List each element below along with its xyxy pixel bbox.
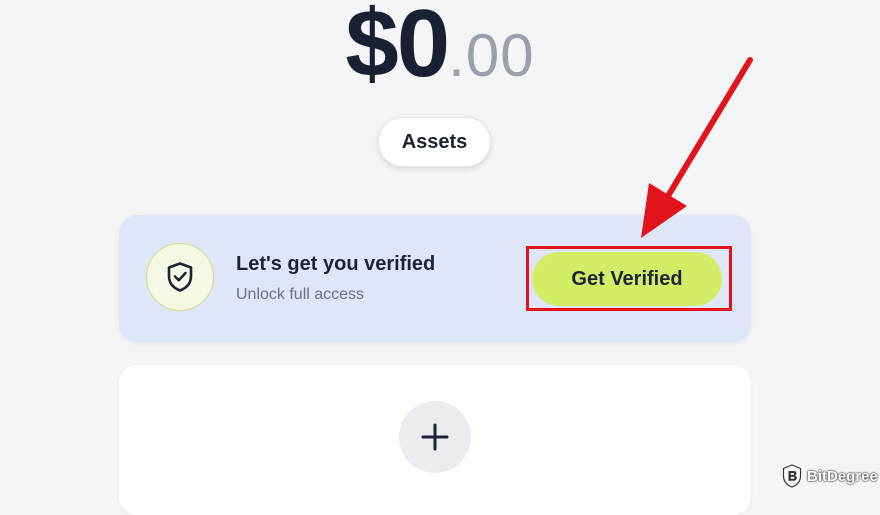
assets-button[interactable]: Assets [378,117,491,167]
balance-amount: $0 [345,0,450,97]
plus-icon [421,423,449,451]
get-verified-button[interactable]: Get Verified [532,252,722,306]
shield-check-icon [146,243,214,311]
watermark-text: BitDegree [807,467,878,485]
add-card [119,365,751,515]
add-button[interactable] [399,401,471,473]
bitdegree-logo-icon [782,464,802,488]
balance-display: $0.00 [0,0,880,94]
verification-card: Let's get you verified Unlock full acces… [119,215,751,342]
balance-cents: .00 [448,22,535,89]
verify-title: Let's get you verified [236,253,436,275]
watermark: BitDegree [782,463,878,489]
verify-subtitle: Unlock full access [236,286,365,303]
